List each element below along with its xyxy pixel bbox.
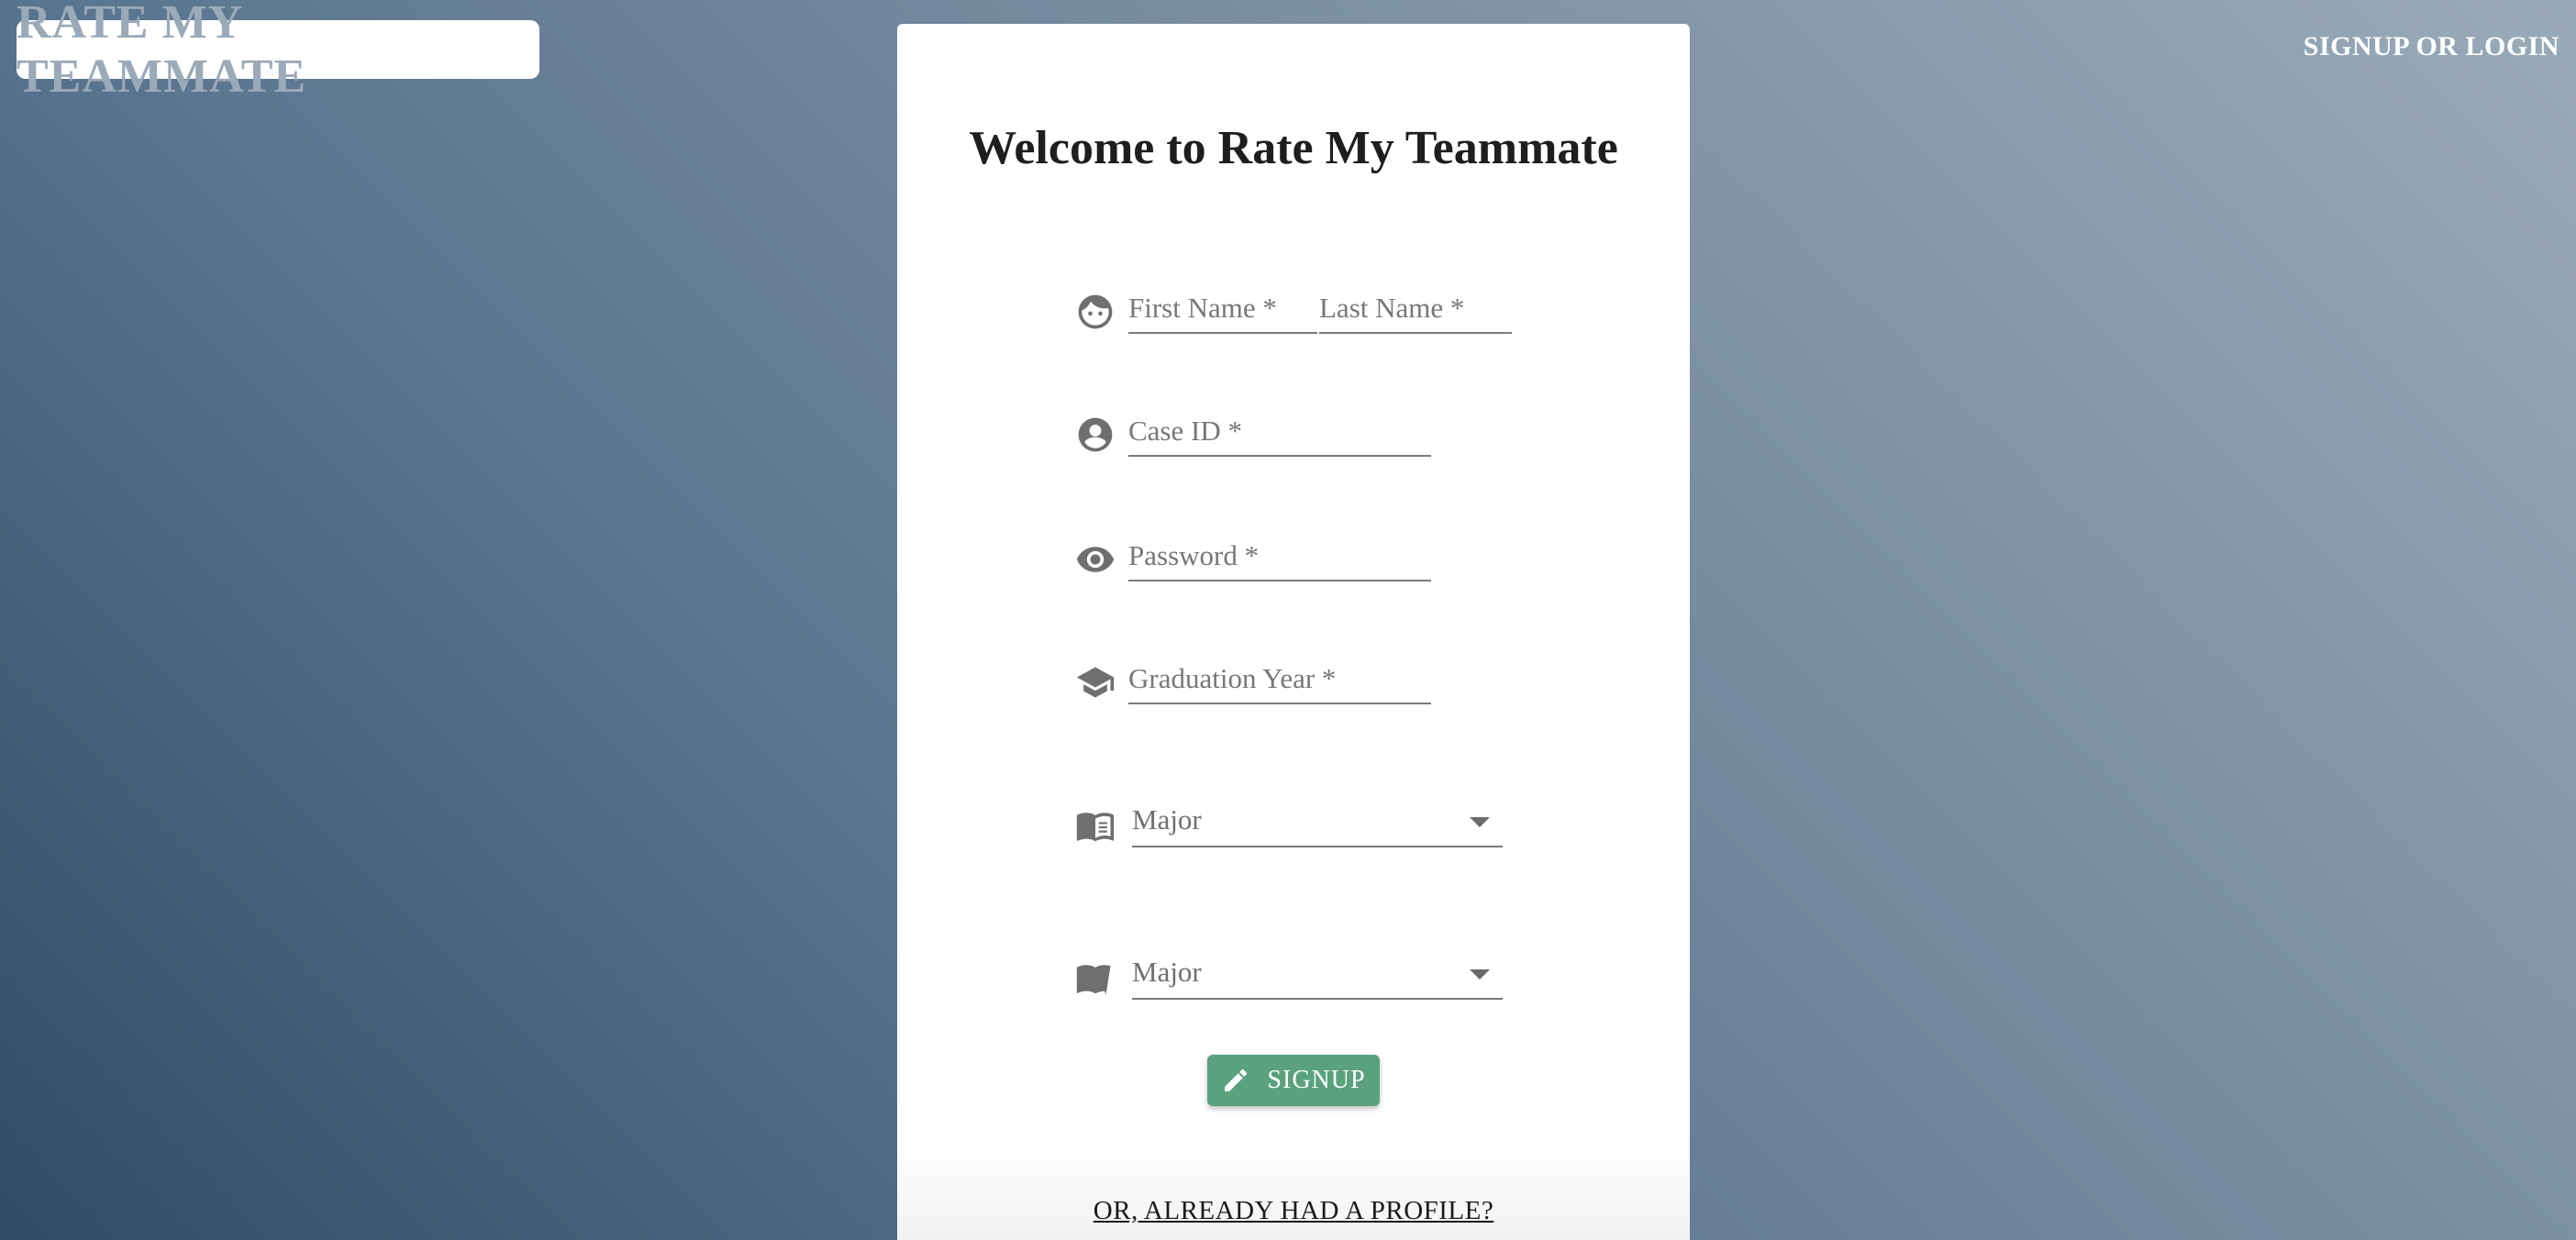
- major-select-2-label: Major: [1132, 956, 1202, 988]
- signup-or-login-link[interactable]: SIGNUP OR LOGIN: [2304, 31, 2559, 62]
- chevron-down-icon: [1470, 817, 1490, 827]
- graduation-year-row: [1073, 660, 1431, 704]
- page-title: Welcome to Rate My Teammate: [969, 122, 1618, 174]
- pencil-icon: [1225, 1068, 1248, 1091]
- password-input[interactable]: [1128, 539, 1431, 572]
- name-row: [1073, 290, 1512, 334]
- account-circle-icon: [1073, 413, 1117, 457]
- book-icon: [1073, 956, 1117, 1000]
- major-select-1-label: Major: [1132, 803, 1202, 836]
- eye-icon: [1073, 537, 1117, 581]
- logo[interactable]: RATE MY TEAMMATE: [17, 0, 539, 103]
- last-name-input[interactable]: [1319, 292, 1512, 325]
- last-name-field[interactable]: [1319, 290, 1512, 334]
- book-icon: [1073, 803, 1117, 847]
- major-row-2: Major: [1073, 952, 1503, 1000]
- first-name-input[interactable]: [1128, 292, 1317, 325]
- face-icon: [1073, 290, 1117, 334]
- case-id-field[interactable]: [1128, 413, 1431, 457]
- signup-card: Welcome to Rate My Teammate First Name *…: [897, 24, 1690, 1240]
- graduation-year-input[interactable]: [1128, 662, 1431, 695]
- chevron-down-icon: [1470, 969, 1490, 980]
- already-have-profile-link[interactable]: OR, ALREADY HAD A PROFILE?: [897, 1196, 1690, 1226]
- school-icon: [1073, 660, 1117, 704]
- major-select-1[interactable]: Major: [1132, 800, 1503, 847]
- password-field[interactable]: [1128, 537, 1431, 581]
- graduation-year-field[interactable]: [1128, 660, 1431, 704]
- major-row-1: Major: [1073, 800, 1503, 847]
- signup-button[interactable]: SIGNUP: [1207, 1055, 1380, 1106]
- major-select-2[interactable]: Major: [1132, 952, 1503, 1000]
- first-name-field[interactable]: [1128, 290, 1317, 334]
- case-id-input[interactable]: [1128, 415, 1431, 448]
- password-row: [1073, 537, 1431, 581]
- signup-button-label: SIGNUP: [1267, 1066, 1366, 1094]
- case-id-row: [1073, 413, 1431, 457]
